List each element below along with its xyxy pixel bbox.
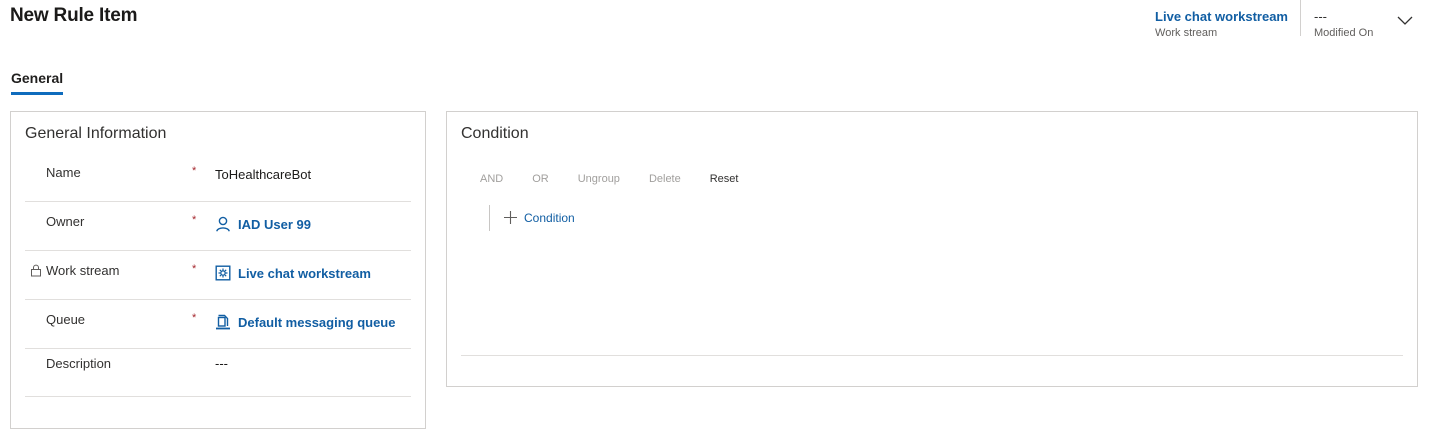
header-field-workstream: Live chat workstream Work stream (1155, 0, 1301, 39)
section-title: General Information (25, 125, 167, 142)
header-fields: Live chat workstream Work stream --- Mod… (1155, 0, 1429, 47)
owner-value: IAD User 99 (238, 216, 311, 232)
field-row-workstream: Work stream * Live chat workstream (25, 251, 411, 300)
condition-group: Condition (489, 205, 575, 231)
divider (461, 355, 1403, 356)
queue-value: Default messaging queue (238, 314, 396, 330)
header-workstream-label: Work stream (1155, 27, 1218, 39)
field-label-owner: Owner (46, 214, 85, 229)
delete-button[interactable]: Delete (649, 173, 681, 185)
tab-general[interactable]: General (11, 70, 64, 95)
general-information-section: General Information Name * ToHealthcareB… (10, 111, 426, 429)
queue-icon (215, 314, 231, 330)
workstream-lookup-link[interactable]: Live chat workstream (215, 265, 371, 281)
and-button[interactable]: AND (480, 173, 503, 185)
chevron-down-icon (1397, 16, 1413, 25)
workstream-value: Live chat workstream (238, 265, 371, 281)
condition-title: Condition (461, 125, 529, 142)
header-workstream-link[interactable]: Live chat workstream (1155, 9, 1288, 24)
add-condition-label: Condition (524, 210, 575, 225)
header-field-modified-on: --- Modified On (1301, 0, 1381, 39)
field-row-queue: Queue * Default messaging queue (25, 300, 411, 349)
fields-list: Name * ToHealthcareBot Owner * IAD User … (25, 153, 411, 397)
description-field[interactable]: --- (215, 356, 228, 371)
ungroup-button[interactable]: Ungroup (578, 173, 620, 185)
field-label-name: Name (46, 165, 81, 180)
reset-button[interactable]: Reset (710, 173, 739, 185)
owner-lookup-link[interactable]: IAD User 99 (215, 216, 311, 232)
add-condition-button[interactable]: Condition (503, 210, 575, 225)
name-field[interactable]: ToHealthcareBot (215, 167, 311, 182)
required-indicator: * (192, 312, 197, 324)
page-title: New Rule Item (10, 5, 138, 26)
lock-icon (30, 264, 46, 277)
header-modified-on-value: --- (1314, 9, 1327, 24)
field-row-name: Name * ToHealthcareBot (25, 153, 411, 202)
workstream-icon (215, 265, 231, 281)
required-indicator: * (192, 165, 197, 177)
header-expand-button[interactable] (1381, 0, 1429, 36)
or-button[interactable]: OR (532, 173, 549, 185)
field-label-description: Description (46, 356, 112, 371)
required-indicator: * (192, 263, 197, 275)
queue-lookup-link[interactable]: Default messaging queue (215, 314, 395, 330)
user-icon (215, 216, 231, 232)
required-indicator: * (192, 214, 197, 226)
condition-section: Condition AND OR Ungroup Delete Reset Co… (446, 111, 1418, 387)
plus-icon (504, 211, 517, 224)
field-row-description: Description --- (25, 349, 411, 397)
header-modified-on-label: Modified On (1314, 27, 1374, 39)
condition-toolbar: AND OR Ungroup Delete Reset (480, 173, 767, 185)
field-row-owner: Owner * IAD User 99 (25, 202, 411, 251)
field-label-workstream: Work stream (46, 263, 120, 278)
field-label-queue: Queue (46, 312, 86, 327)
